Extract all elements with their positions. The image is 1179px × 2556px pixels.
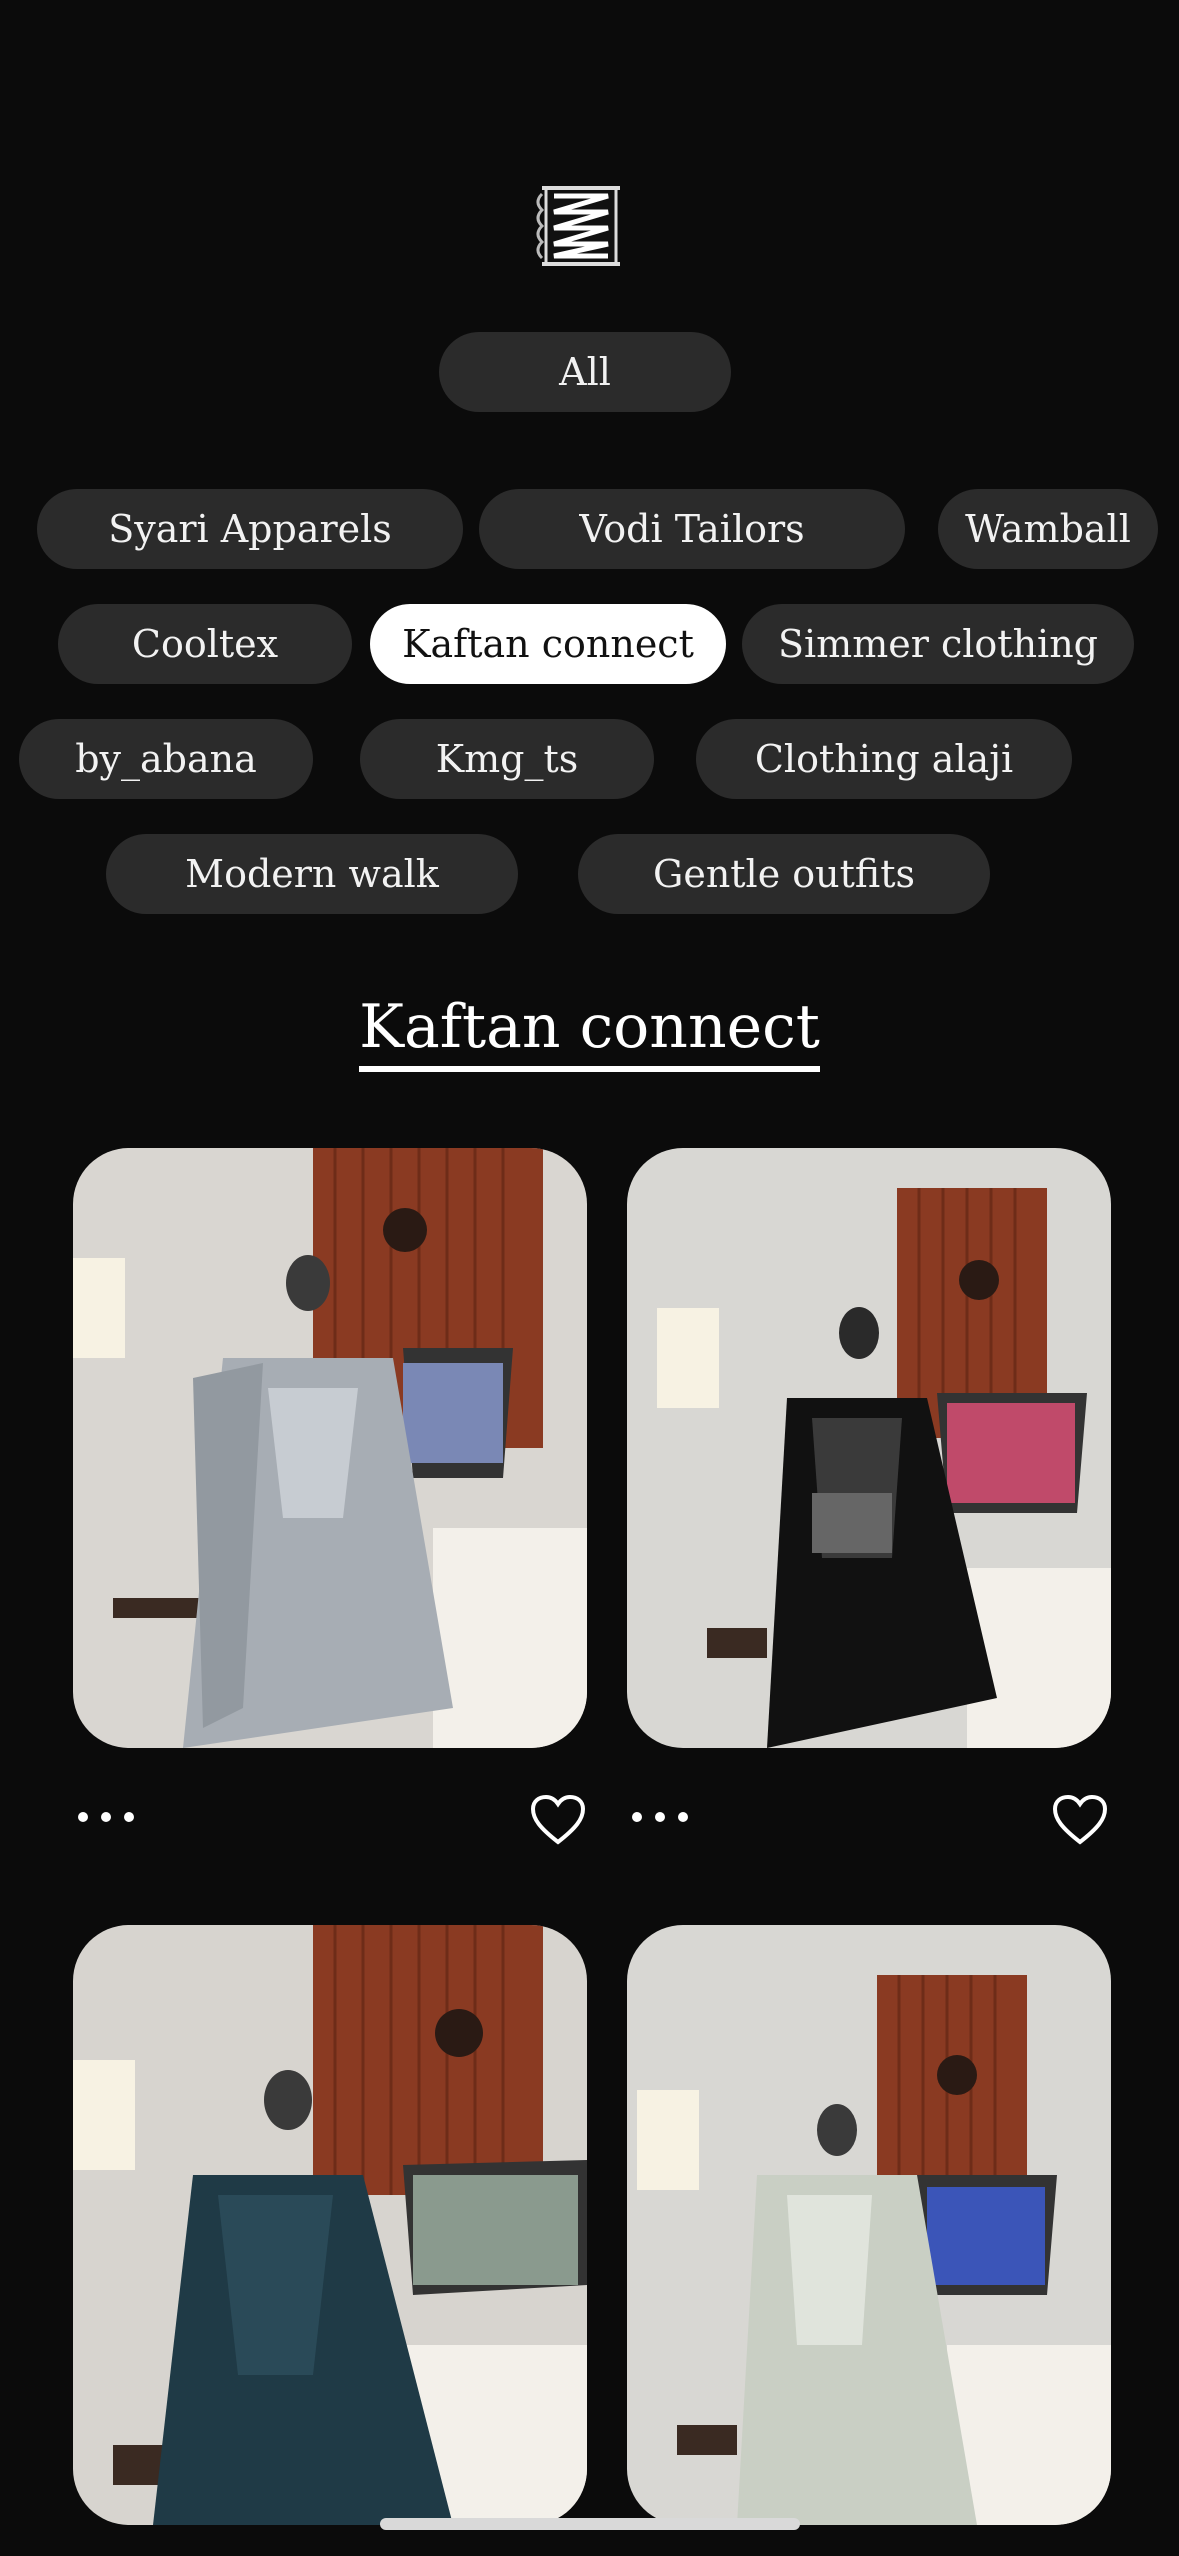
filter-modern-walk[interactable]: Modern walk [106,834,518,914]
filter-by-abana[interactable]: by_abana [19,719,313,799]
product-image[interactable] [627,1148,1111,1748]
filter-cooltex[interactable]: Cooltex [58,604,352,684]
heart-icon[interactable] [530,1794,586,1846]
filter-simmer-clothing[interactable]: Simmer clothing [742,604,1134,684]
filter-kmg-ts[interactable]: Kmg_ts [360,719,654,799]
filter-syari-apparels[interactable]: Syari Apparels [37,489,463,569]
tailor-logo-icon [528,184,624,270]
filter-vodi-tailors[interactable]: Vodi Tailors [479,489,905,569]
product-image[interactable] [627,1925,1111,2525]
filter-clothing-alaji[interactable]: Clothing alaji [696,719,1072,799]
more-options-icon[interactable] [632,1805,688,1829]
product-image[interactable] [73,1148,587,1748]
product-image[interactable] [73,1925,587,2525]
more-options-icon[interactable] [78,1805,134,1829]
filter-all[interactable]: All [439,332,731,412]
home-indicator[interactable] [380,2518,800,2530]
section-title: Kaftan connect [0,992,1179,1072]
filter-wamball[interactable]: Wamball [938,489,1158,569]
heart-icon[interactable] [1052,1794,1108,1846]
filter-gentle-outfits[interactable]: Gentle outfits [578,834,990,914]
filter-kaftan-connect[interactable]: Kaftan connect [370,604,726,684]
